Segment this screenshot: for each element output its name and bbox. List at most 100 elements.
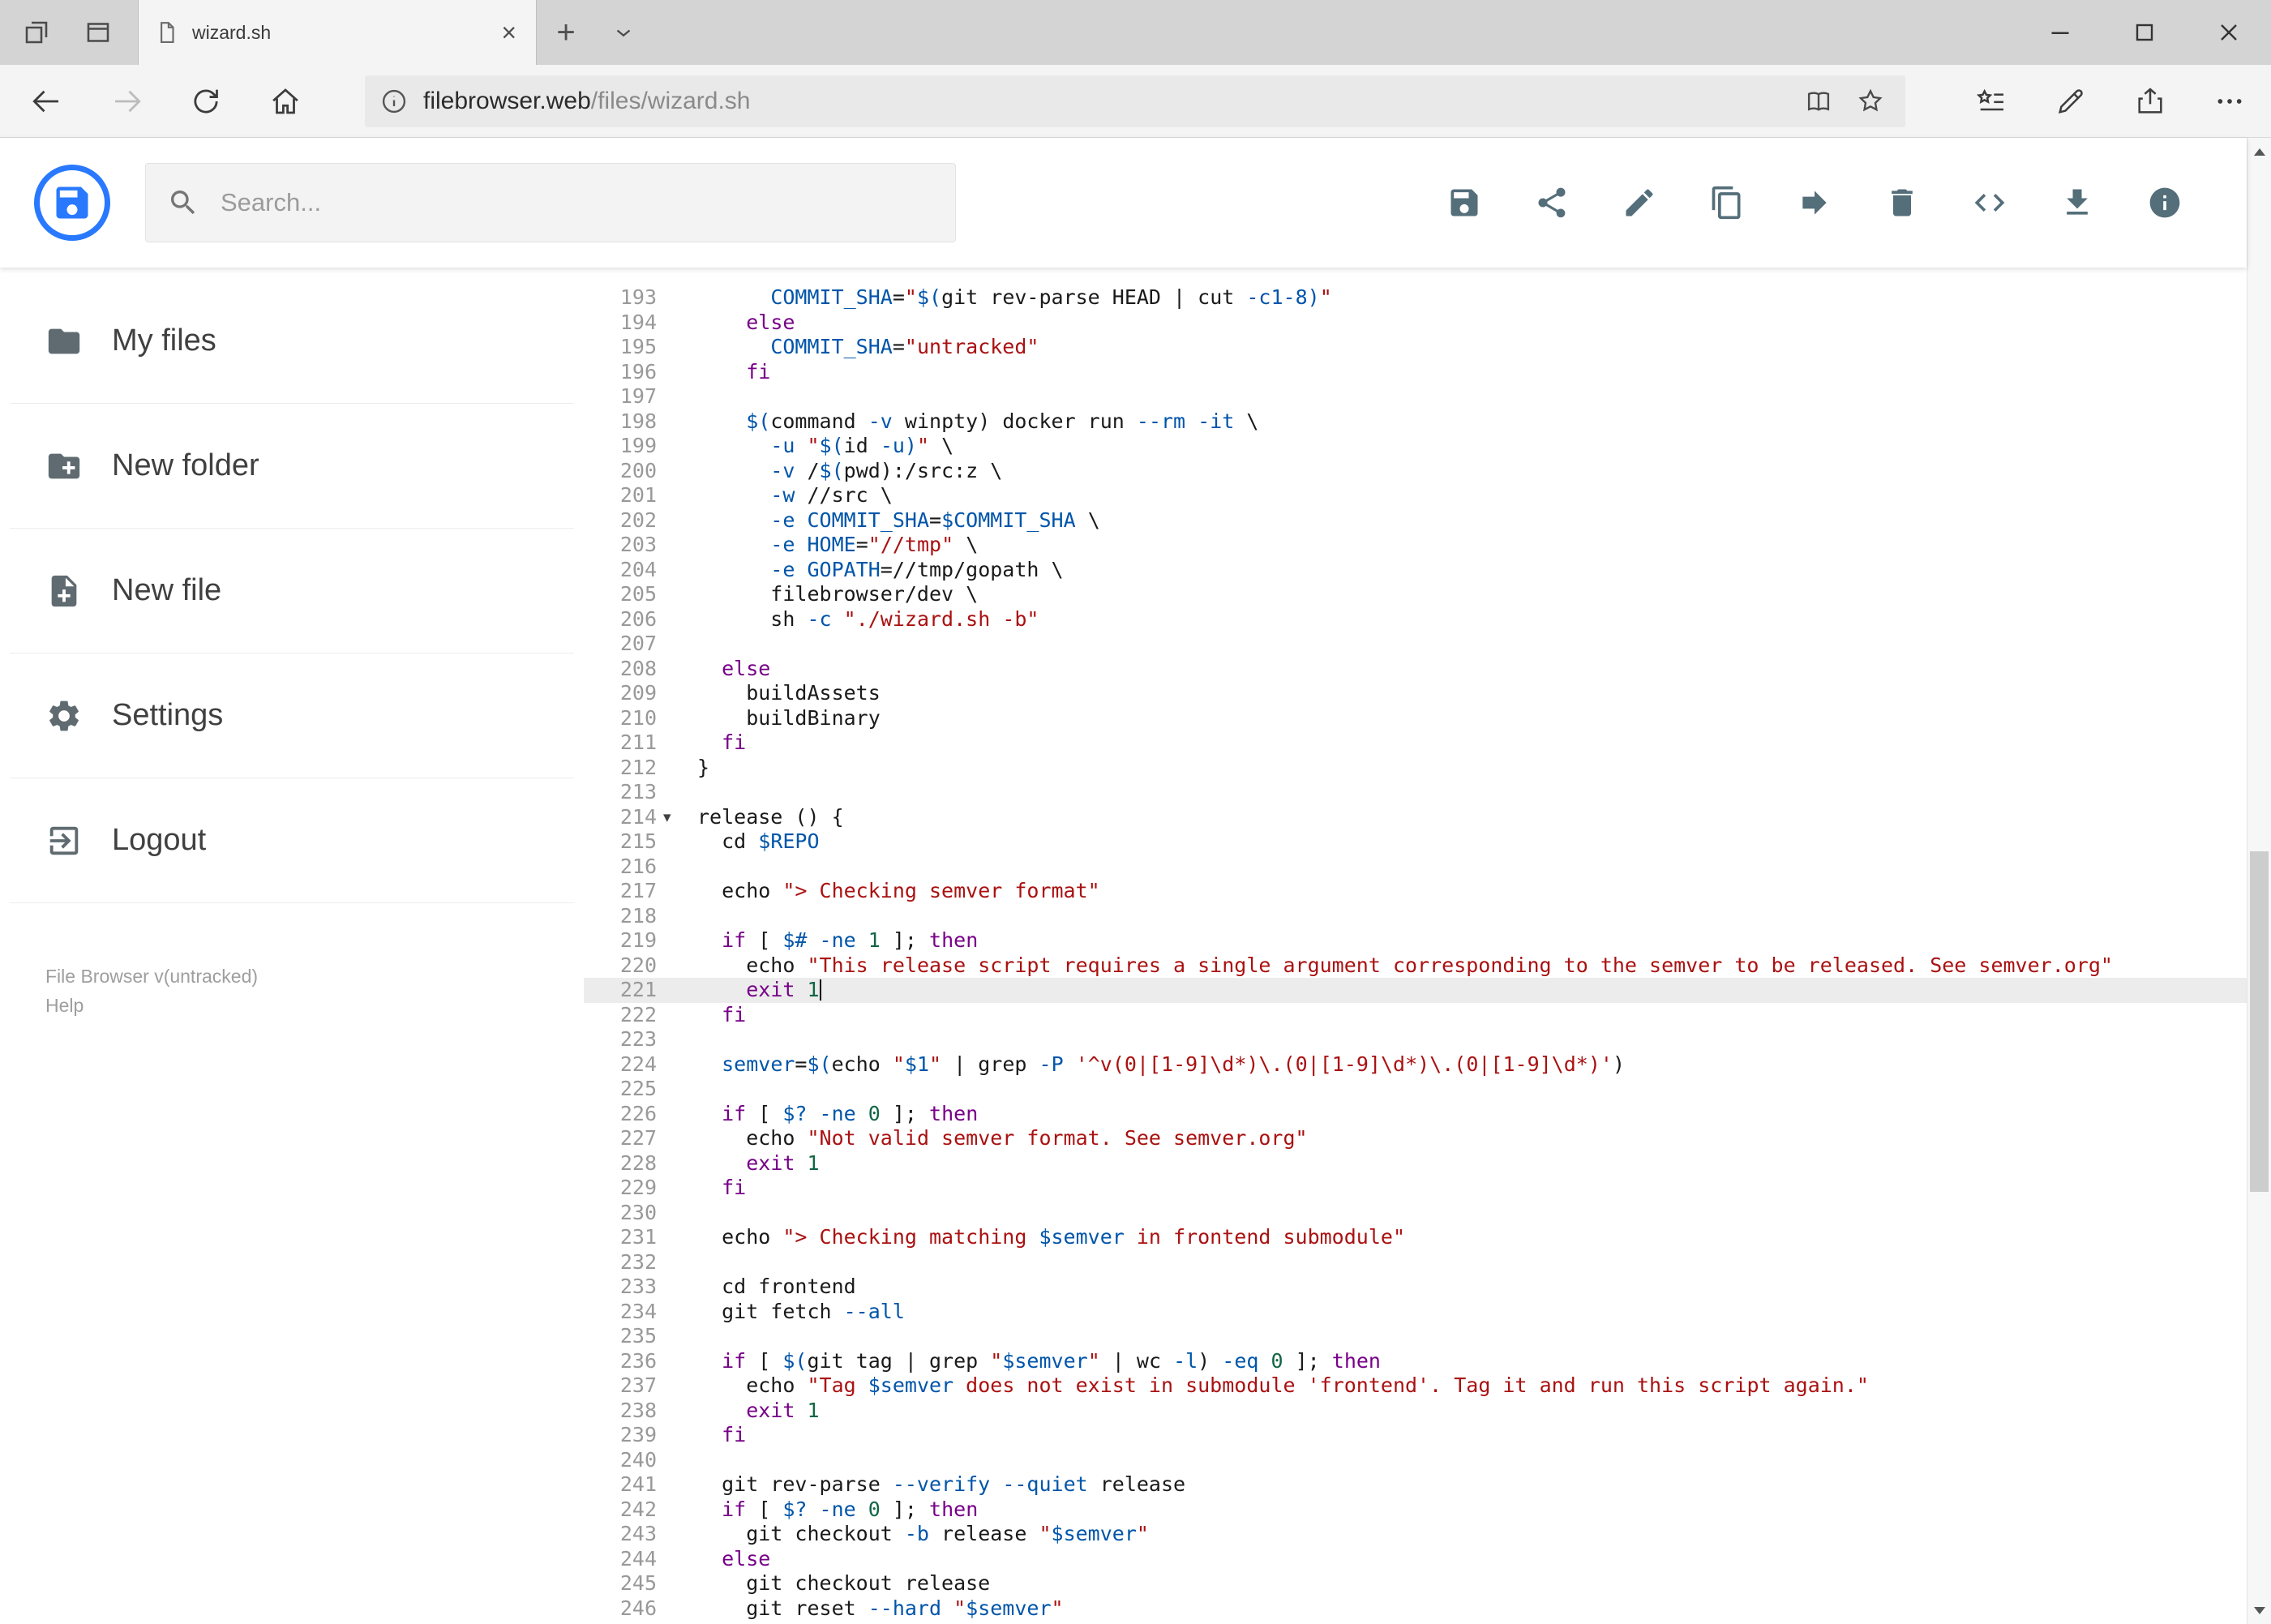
code-line[interactable]: 200 -v /$(pwd):/src:z \: [584, 459, 2247, 484]
code-line[interactable]: 239 fi: [584, 1423, 2247, 1448]
code-line[interactable]: 202 -e COMMIT_SHA=$COMMIT_SHA \: [584, 508, 2247, 533]
share-icon[interactable]: [2120, 71, 2180, 131]
code-line[interactable]: 218: [584, 904, 2247, 929]
minimize-button[interactable]: [2018, 0, 2102, 65]
code-line[interactable]: 193 COMMIT_SHA="$(git rev-parse HEAD | c…: [584, 285, 2247, 311]
favorite-star-icon[interactable]: [1855, 86, 1886, 117]
code-line[interactable]: 204 -e GOPATH=//tmp/gopath \: [584, 558, 2247, 583]
address-bar[interactable]: filebrowser.web/files/wizard.sh: [365, 75, 1905, 127]
code-line[interactable]: 233 cd frontend: [584, 1275, 2247, 1300]
code-line[interactable]: 231 echo "> Checking matching $semver in…: [584, 1225, 2247, 1250]
info-button[interactable]: [2140, 178, 2190, 228]
code-line[interactable]: 216: [584, 855, 2247, 880]
code-line[interactable]: 228 exit 1: [584, 1151, 2247, 1176]
code-line[interactable]: 242 if [ $? -ne 0 ]; then: [584, 1498, 2247, 1523]
scrollbar-thumb[interactable]: [2250, 851, 2269, 1192]
code-line[interactable]: 198 $(command -v winpty) docker run --rm…: [584, 409, 2247, 435]
code-line[interactable]: 215 cd $REPO: [584, 829, 2247, 855]
code-line[interactable]: 246 git reset --hard "$semver": [584, 1596, 2247, 1622]
code-line[interactable]: 211 fi: [584, 731, 2247, 756]
code-line[interactable]: 195 COMMIT_SHA="untracked": [584, 335, 2247, 360]
hub-icon[interactable]: [1961, 71, 2021, 131]
code-line[interactable]: 219 if [ $# -ne 1 ]; then: [584, 928, 2247, 953]
code-line[interactable]: 226 if [ $? -ne 0 ]; then: [584, 1102, 2247, 1127]
close-button[interactable]: [2187, 0, 2271, 65]
fold-marker-icon[interactable]: ▾: [657, 805, 697, 830]
code-line[interactable]: 230: [584, 1201, 2247, 1226]
back-icon[interactable]: [18, 72, 76, 131]
code-line[interactable]: 208 else: [584, 657, 2247, 682]
set-aside-tabs-icon[interactable]: [16, 12, 57, 53]
code-line[interactable]: 210 buildBinary: [584, 706, 2247, 731]
code-line[interactable]: 209 buildAssets: [584, 681, 2247, 706]
sidebar-item-settings[interactable]: Settings: [10, 653, 574, 778]
code-line[interactable]: 203 -e HOME="//tmp" \: [584, 533, 2247, 558]
code-line[interactable]: 244 else: [584, 1547, 2247, 1572]
new-tab-button[interactable]: +: [537, 0, 595, 65]
sidebar-item-new-file[interactable]: New file: [10, 529, 574, 653]
site-info-icon[interactable]: [379, 87, 409, 116]
code-line[interactable]: 240: [584, 1448, 2247, 1473]
refresh-icon[interactable]: [177, 72, 235, 131]
search-box[interactable]: [145, 163, 956, 242]
move-button[interactable]: [1789, 178, 1840, 228]
browser-tab[interactable]: wizard.sh ×: [138, 0, 537, 65]
code-line[interactable]: 223: [584, 1027, 2247, 1052]
help-link[interactable]: Help: [45, 991, 258, 1020]
scroll-up-icon[interactable]: [2247, 138, 2271, 165]
code-line[interactable]: 217 echo "> Checking semver format": [584, 879, 2247, 904]
sidebar-item-my-files[interactable]: My files: [10, 279, 574, 404]
code-line[interactable]: 241 git rev-parse --verify --quiet relea…: [584, 1472, 2247, 1498]
code-line[interactable]: 234 git fetch --all: [584, 1300, 2247, 1325]
rename-button[interactable]: [1614, 178, 1665, 228]
share-button[interactable]: [1527, 178, 1577, 228]
code-line[interactable]: 197: [584, 384, 2247, 409]
code-line[interactable]: 236 if [ $(git tag | grep "$semver" | wc…: [584, 1349, 2247, 1374]
code-line[interactable]: 222 fi: [584, 1003, 2247, 1028]
code-line[interactable]: 206 sh -c "./wizard.sh -b": [584, 607, 2247, 632]
code-line[interactable]: 247 fi: [584, 1621, 2247, 1624]
code-line[interactable]: 201 -w //src \: [584, 483, 2247, 508]
code-line[interactable]: 221 exit 1: [584, 978, 2247, 1003]
forward-icon[interactable]: [97, 72, 156, 131]
code-line[interactable]: 199 -u "$(id -u)" \: [584, 434, 2247, 459]
more-icon[interactable]: [2200, 71, 2260, 131]
code-line[interactable]: 237 echo "Tag $semver does not exist in …: [584, 1373, 2247, 1399]
delete-button[interactable]: [1877, 178, 1927, 228]
reading-view-icon[interactable]: [1803, 86, 1834, 117]
sidebar-item-logout[interactable]: Logout: [10, 778, 574, 903]
code-line[interactable]: 227 echo "Not valid semver format. See s…: [584, 1126, 2247, 1151]
tab-close-icon[interactable]: ×: [498, 19, 520, 45]
code-line[interactable]: 213: [584, 780, 2247, 805]
code-line[interactable]: 207: [584, 632, 2247, 657]
filebrowser-logo[interactable]: [34, 165, 110, 241]
code-line[interactable]: 243 git checkout -b release "$semver": [584, 1522, 2247, 1547]
code-line[interactable]: 220 echo "This release script requires a…: [584, 953, 2247, 979]
copy-button[interactable]: [1702, 178, 1752, 228]
code-line[interactable]: 232: [584, 1250, 2247, 1275]
code-line[interactable]: 194 else: [584, 311, 2247, 336]
page-scrollbar[interactable]: [2247, 138, 2271, 1624]
maximize-button[interactable]: [2102, 0, 2187, 65]
code-line[interactable]: 196 fi: [584, 360, 2247, 385]
download-button[interactable]: [2052, 178, 2102, 228]
annotate-icon[interactable]: [2041, 71, 2101, 131]
scroll-down-icon[interactable]: [2247, 1596, 2271, 1624]
code-line[interactable]: 238 exit 1: [584, 1399, 2247, 1424]
code-line[interactable]: 212}: [584, 756, 2247, 781]
code-line[interactable]: 245 git checkout release: [584, 1571, 2247, 1596]
save-button[interactable]: [1439, 178, 1489, 228]
tab-preview-icon[interactable]: [78, 12, 118, 53]
code-editor[interactable]: 193 COMMIT_SHA="$(git rev-parse HEAD | c…: [584, 268, 2247, 1624]
search-input[interactable]: [219, 187, 955, 218]
code-line[interactable]: 225: [584, 1077, 2247, 1102]
code-line[interactable]: 214 ▾ release () {: [584, 805, 2247, 830]
tab-preview-chevron-icon[interactable]: [595, 0, 652, 65]
code-line[interactable]: 224 semver=$(echo "$1" | grep -P '^v(0|[…: [584, 1052, 2247, 1078]
code-line[interactable]: 229 fi: [584, 1176, 2247, 1201]
sidebar-item-new-folder[interactable]: New folder: [10, 404, 574, 529]
code-view-button[interactable]: [1965, 178, 2015, 228]
code-line[interactable]: 235: [584, 1324, 2247, 1349]
code-line[interactable]: 205 filebrowser/dev \: [584, 582, 2247, 607]
home-icon[interactable]: [256, 72, 315, 131]
